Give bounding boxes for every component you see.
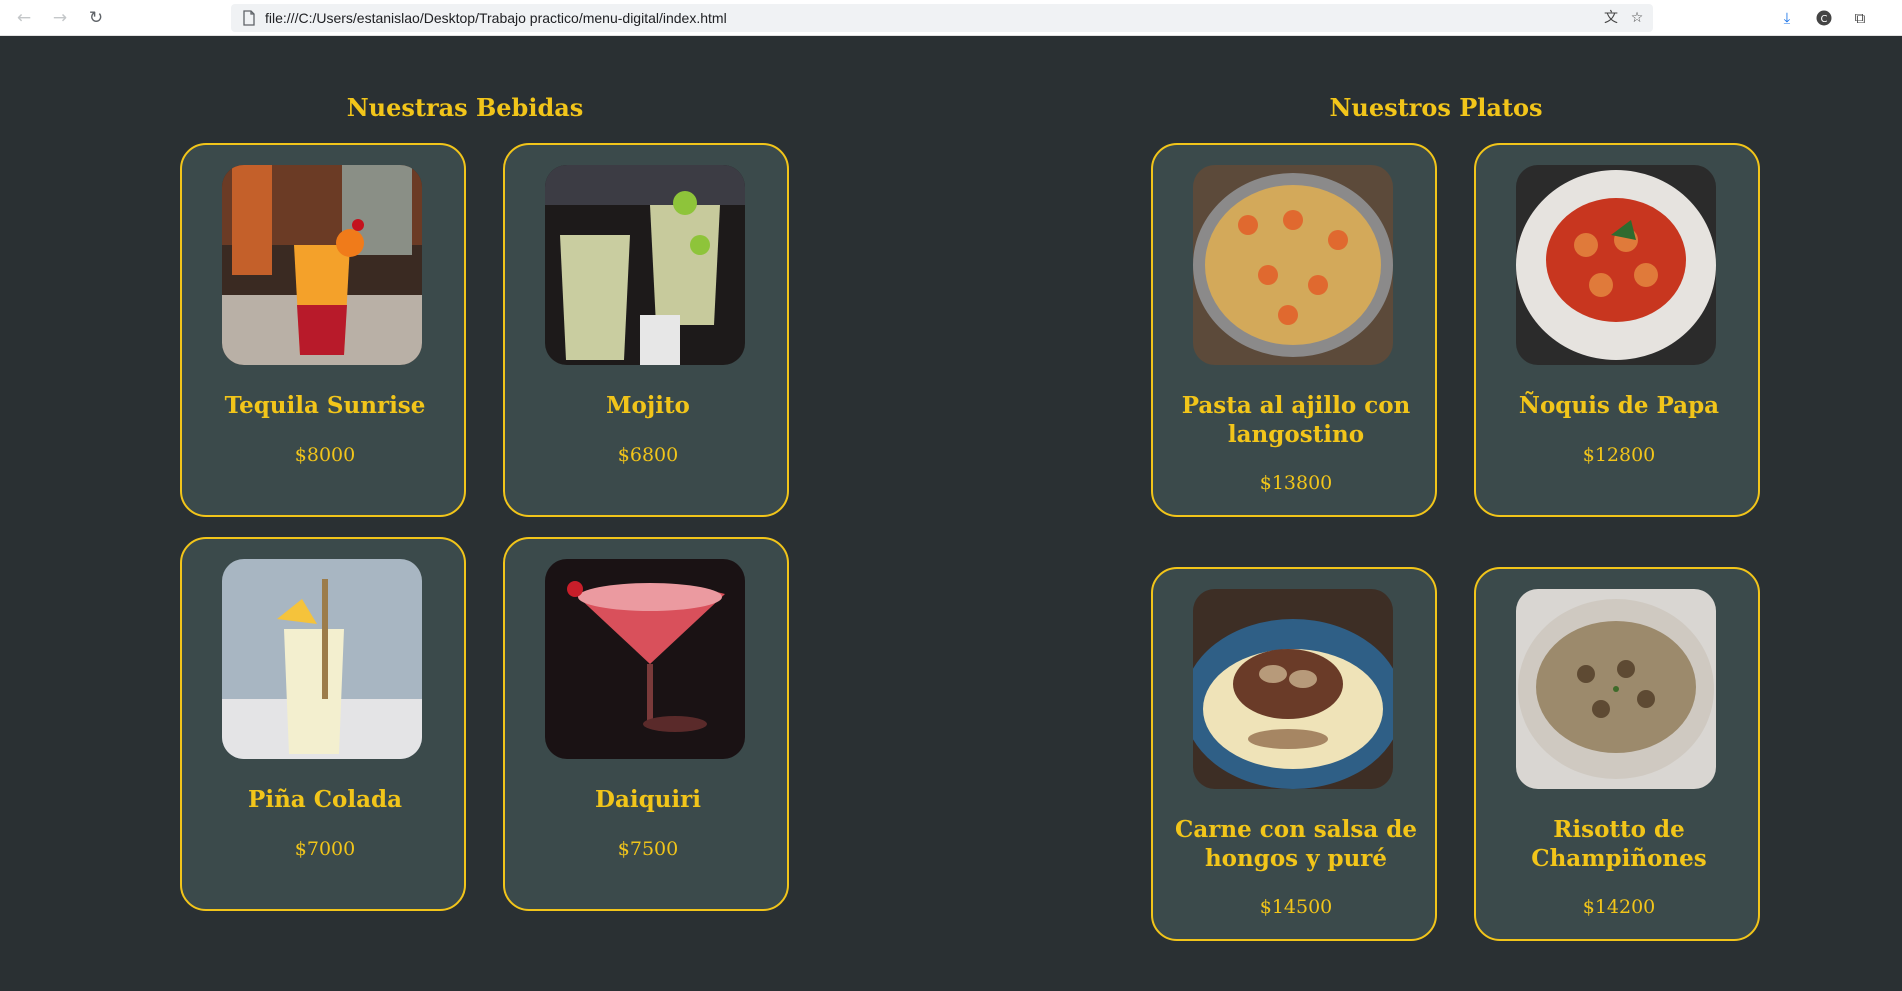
svg-text:C: C (1821, 14, 1828, 25)
item-price: $13800 (1259, 472, 1333, 494)
item-name: Risotto de Champiñones (1531, 816, 1707, 872)
item-price: $12800 (1582, 444, 1656, 466)
url-text[interactable]: file:///C:/Users/estanislao/Desktop/Trab… (265, 4, 727, 32)
item-price: $14200 (1582, 896, 1656, 918)
drinks-section-title: Nuestras Bebidas (346, 93, 584, 122)
tequila-sunrise-photo (222, 165, 422, 365)
pina-colada-photo (222, 559, 422, 759)
item-price: $8000 (294, 444, 356, 466)
translate-icon[interactable]: 文 (1601, 8, 1621, 28)
item-price: $7000 (294, 838, 356, 860)
menu-card-tequila-sunrise: Tequila Sunrise $8000 (180, 143, 466, 517)
profile-icon[interactable]: C (1812, 6, 1836, 30)
menu-card-mojito: Mojito $6800 (503, 143, 789, 517)
steak-mushroom-photo (1193, 589, 1393, 789)
item-name: Mojito (606, 392, 690, 419)
arrow-right-icon: → (52, 8, 68, 28)
back-button[interactable]: ← (12, 6, 36, 30)
daiquiri-photo (545, 559, 745, 759)
menu-card-risotto: Risotto de Champiñones $14200 (1474, 567, 1760, 941)
item-name: Ñoquis de Papa (1518, 392, 1720, 419)
menu-card-noquis: Ñoquis de Papa $12800 (1474, 143, 1760, 517)
item-name: Pasta al ajillo con langostino (1181, 392, 1411, 448)
arrow-left-icon: ← (16, 8, 32, 28)
address-bar[interactable]: file:///C:/Users/estanislao/Desktop/Trab… (231, 4, 1653, 32)
menu-card-pina-colada: Piña Colada $7000 (180, 537, 466, 911)
star-icon[interactable]: ☆ (1627, 8, 1647, 28)
menu-card-daiquiri: Daiquiri $7500 (503, 537, 789, 911)
item-price: $7500 (617, 838, 679, 860)
item-name: Carne con salsa de hongos y puré (1175, 816, 1417, 872)
item-name: Piña Colada (248, 786, 402, 813)
risotto-photo (1516, 589, 1716, 789)
reload-button[interactable]: ↻ (84, 6, 108, 30)
item-price: $14500 (1259, 896, 1333, 918)
menu-card-carne-salsa-hongos: Carne con salsa de hongos y puré $14500 (1151, 567, 1437, 941)
forward-button[interactable]: → (48, 6, 72, 30)
pasta-shrimp-photo (1193, 165, 1393, 365)
dishes-section-title: Nuestros Platos (1329, 93, 1543, 122)
browser-toolbar: ← → ↻ file:///C:/Users/estanislao/Deskto… (0, 0, 1902, 36)
menu-card-pasta-langostino: Pasta al ajillo con langostino $13800 (1151, 143, 1437, 517)
item-price: $6800 (617, 444, 679, 466)
gnocchi-photo (1516, 165, 1716, 365)
item-name: Tequila Sunrise (224, 392, 426, 419)
puzzle-icon[interactable]: ⧉ (1848, 6, 1872, 30)
mojito-photo (545, 165, 745, 365)
reload-icon: ↻ (88, 8, 104, 28)
download-icon[interactable]: ⤓ (1775, 6, 1799, 30)
page-icon (243, 10, 255, 26)
item-name: Daiquiri (595, 786, 701, 813)
